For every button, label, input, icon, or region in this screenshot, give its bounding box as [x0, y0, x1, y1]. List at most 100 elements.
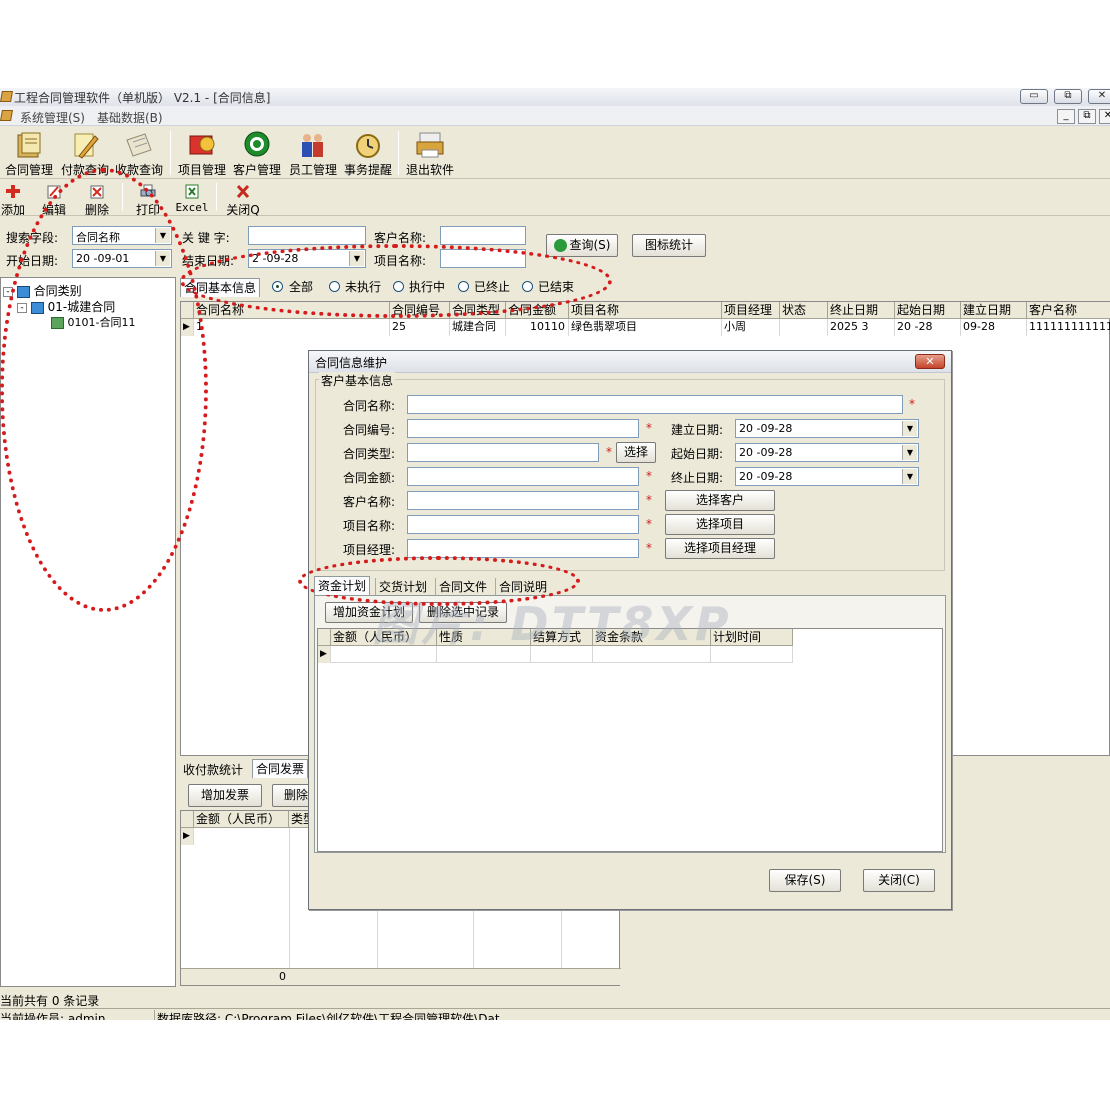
start-date-picker[interactable]: 20 -09-28 ▼ — [735, 443, 919, 462]
end-date-picker[interactable]: 20 -09-28 ▼ — [735, 467, 919, 486]
required-mark: * — [646, 541, 652, 555]
customer-name-label: 客户名称: — [343, 495, 396, 509]
table-cell: 城建合同 — [450, 319, 506, 336]
created-date-value: 20 -09-28 — [739, 422, 793, 435]
customer-management-button[interactable]: 客户管理 — [230, 127, 284, 179]
excel-export-button[interactable]: Excel — [175, 182, 209, 214]
contract-name-input[interactable] — [407, 395, 903, 414]
exit-software-button[interactable]: 退出软件 — [402, 127, 458, 179]
table-cell: 111111111111 — [1027, 319, 1110, 336]
contract-management-button[interactable]: 合同管理 — [2, 127, 56, 179]
start-date-label: 起始日期: — [671, 447, 724, 461]
column-header[interactable]: 客户名称 — [1027, 302, 1110, 319]
query-button-label: 查询(S) — [569, 238, 611, 252]
task-reminder-button[interactable]: 事务提醒 — [340, 127, 396, 179]
window-close-button[interactable]: ✕ — [1088, 89, 1110, 104]
created-date-label: 建立日期: — [671, 423, 724, 437]
button-label: 项目管理 — [177, 163, 226, 177]
tab-payment-statistics[interactable]: 收付款统计 — [180, 761, 246, 780]
required-mark: * — [606, 445, 612, 459]
tab-fund-plan[interactable]: 资金计划 — [314, 576, 371, 595]
dialog-title-bar: 合同信息维护 ✕ — [309, 351, 951, 373]
mdi-minimize-button[interactable]: _ — [1057, 109, 1075, 124]
contract-book-icon — [17, 132, 41, 158]
query-button[interactable]: 查询(S) — [546, 234, 618, 257]
button-label: 事务提醒 — [343, 163, 392, 177]
grid-line — [289, 828, 290, 968]
menu-bar: 系统管理(S) 基础数据(B) — [0, 106, 1110, 126]
table-cell: 25 — [390, 319, 450, 336]
contract-amount-label: 合同金额: — [343, 471, 396, 485]
save-button[interactable]: 保存(S) — [769, 869, 841, 892]
table-cell: 09-28 — [961, 319, 1027, 336]
column-header[interactable]: 建立日期 — [961, 302, 1027, 319]
dialog-cancel-button[interactable]: 关闭(C) — [863, 869, 935, 892]
customer-name-input[interactable] — [440, 226, 526, 245]
chart-statistics-button[interactable]: 图标统计 — [632, 234, 706, 257]
reminder-clock-icon — [356, 134, 380, 158]
contract-type-input[interactable] — [407, 443, 599, 462]
keyword-input[interactable] — [248, 226, 366, 245]
close-module-button[interactable]: 关闭Q — [224, 182, 262, 217]
toolbar-separator — [398, 131, 399, 175]
row-selector-arrow-icon: ▶ — [181, 828, 194, 845]
column-header[interactable]: 金额（人民币） — [194, 811, 289, 828]
select-manager-button[interactable]: 选择项目经理 — [665, 538, 775, 559]
table-row[interactable]: ▶ 1 25 城建合同 10110 绿色翡翠项目 小周 2025 3 20 -2… — [181, 319, 1110, 336]
column-header[interactable]: 状态 — [780, 302, 828, 319]
select-customer-button[interactable]: 选择客户 — [665, 490, 775, 511]
menu-basic-data[interactable]: 基础数据(B) — [97, 109, 163, 126]
dialog-close-icon[interactable]: ✕ — [915, 354, 945, 369]
button-label: 客户管理 — [232, 163, 281, 177]
column-header[interactable]: 起始日期 — [895, 302, 961, 319]
column-header[interactable]: 项目名称 — [569, 302, 722, 319]
project-name-input[interactable] — [407, 515, 639, 534]
column-header[interactable]: 终止日期 — [828, 302, 895, 319]
table-cell: 1 — [194, 319, 390, 336]
table-cell — [780, 319, 828, 336]
required-mark: * — [646, 517, 652, 531]
table-cell: 10110 — [506, 319, 569, 336]
contract-code-input[interactable] — [407, 419, 639, 438]
contract-code-label: 合同编号: — [343, 423, 396, 437]
maximize-button[interactable]: ⧉ — [1054, 89, 1082, 104]
row-selector-arrow-icon: ▶ — [318, 646, 331, 663]
contract-amount-input[interactable] — [407, 467, 639, 486]
table-cell: 20 -28 — [895, 319, 961, 336]
minimize-button[interactable]: ▭ — [1020, 89, 1048, 104]
add-invoice-button[interactable]: 增加发票 — [188, 784, 262, 807]
payment-pen-icon — [74, 133, 99, 159]
button-label: Excel — [175, 201, 209, 214]
status-bar: 当前操作员: admin 数据库路径: C:\Program Files\创亿软… — [0, 1008, 1110, 1020]
query-icon — [553, 239, 567, 252]
start-date-value: 20 -09-28 — [739, 446, 793, 459]
select-project-button[interactable]: 选择项目 — [665, 514, 775, 535]
summary-row: 0 — [181, 968, 621, 985]
required-mark: * — [646, 421, 652, 435]
menu-system[interactable]: 系统管理(S) — [20, 109, 85, 126]
customer-name-input[interactable] — [407, 491, 639, 510]
staff-people-icon — [302, 134, 323, 157]
menu-app-icon — [0, 110, 13, 121]
add-button[interactable]: 添加 — [0, 182, 26, 217]
fund-plan-grid: 金额（人民币） 性质 结算方式 资金条款 计划时间 ▶ — [317, 628, 943, 852]
required-mark: * — [646, 493, 652, 507]
project-name-label: 项目名称: — [343, 519, 396, 533]
select-type-button[interactable]: 选择 — [616, 442, 656, 463]
chevron-down-icon: ▼ — [902, 445, 917, 460]
created-date-picker[interactable]: 20 -09-28 ▼ — [735, 419, 919, 438]
tab-contract-invoice[interactable]: 合同发票 — [252, 759, 309, 778]
row-header-corner — [318, 629, 331, 646]
project-management-button[interactable]: 项目管理 — [176, 127, 228, 179]
button-label: 关闭Q — [226, 203, 260, 217]
mdi-restore-button[interactable]: ⧉ — [1078, 109, 1096, 124]
record-count-status: 当前共有 0 条记录 — [0, 994, 100, 1008]
mdi-close-button[interactable]: ✕ — [1099, 109, 1110, 124]
table-cell: 小周 — [722, 319, 780, 336]
annotation-oval-tree — [0, 168, 208, 612]
button-label: 合同管理 — [4, 163, 53, 177]
staff-management-button[interactable]: 员工管理 — [286, 127, 340, 179]
table-cell: 绿色翡翠项目 — [569, 319, 722, 336]
contract-type-label: 合同类型: — [343, 447, 396, 461]
column-header[interactable]: 项目经理 — [722, 302, 780, 319]
